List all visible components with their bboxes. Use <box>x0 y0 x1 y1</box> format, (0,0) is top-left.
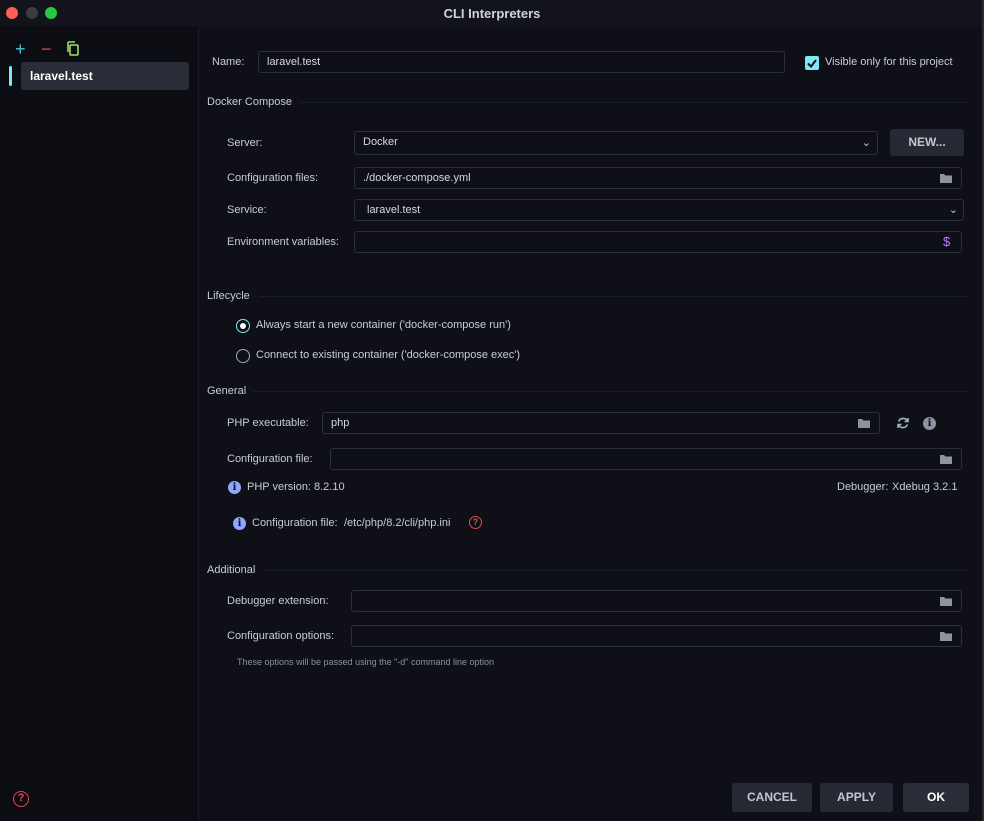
php-executable-value: php <box>331 417 350 429</box>
debugger-label: Debugger: <box>837 481 889 493</box>
server-label: Server: <box>227 137 263 149</box>
chevron-down-icon: ⌄ <box>948 204 958 216</box>
config-files-input[interactable]: ./docker-compose.yml <box>354 167 962 189</box>
name-label: Name: <box>212 56 245 68</box>
additional-section-title: Additional <box>207 564 256 576</box>
php-executable-input[interactable]: php <box>322 412 880 434</box>
server-select[interactable]: Docker ⌄ <box>354 131 878 155</box>
config-file-info-value: /etc/php/8.2/cli/php.ini <box>344 517 451 529</box>
section-divider <box>260 296 970 297</box>
new-server-button[interactable]: NEW... <box>890 129 964 156</box>
server-value: Docker <box>363 136 398 148</box>
folder-icon[interactable] <box>939 453 954 468</box>
chevron-down-icon: ⌄ <box>861 137 871 149</box>
refresh-icon[interactable] <box>896 416 910 433</box>
ok-button[interactable]: OK <box>903 783 969 812</box>
config-file-info-label: Configuration file: <box>252 517 338 529</box>
selection-marker <box>9 66 12 86</box>
service-select[interactable]: laravel.test ⌄ <box>354 199 964 221</box>
general-section-title: General <box>207 385 247 397</box>
window-title: CLI Interpreters <box>443 6 541 21</box>
config-options-label: Configuration options: <box>227 630 335 642</box>
config-file-input[interactable] <box>330 448 962 470</box>
section-divider <box>262 570 970 571</box>
copy-icon[interactable] <box>66 41 80 56</box>
apply-button[interactable]: APPLY <box>820 783 893 812</box>
sidebar-item-laravel-test[interactable]: laravel.test <box>21 62 189 90</box>
add-icon[interactable]: + <box>15 40 26 58</box>
config-files-value: ./docker-compose.yml <box>363 172 471 184</box>
config-options-input[interactable] <box>351 625 962 647</box>
section-divider <box>253 391 970 392</box>
connect-existing-radio[interactable] <box>236 349 250 363</box>
info-icon: i <box>233 517 246 530</box>
folder-icon[interactable] <box>939 172 954 187</box>
section-divider <box>300 102 970 103</box>
service-label: Service: <box>227 204 267 216</box>
cancel-button[interactable]: CANCEL <box>732 783 812 812</box>
debugger-value: Xdebug 3.2.1 <box>892 481 958 493</box>
help-icon[interactable]: ? <box>13 791 29 807</box>
visible-only-checkbox[interactable] <box>805 56 819 70</box>
php-version-label: PHP version: <box>247 481 311 493</box>
docker-compose-section-title: Docker Compose <box>207 96 292 108</box>
always-start-label: Always start a new container ('docker-co… <box>256 319 511 331</box>
env-vars-label: Environment variables: <box>227 236 339 248</box>
info-icon[interactable]: i <box>923 417 936 430</box>
service-value: laravel.test <box>367 204 421 216</box>
folder-icon[interactable] <box>857 417 872 432</box>
lifecycle-section-title: Lifecycle <box>207 290 250 302</box>
remove-icon[interactable]: − <box>41 40 52 58</box>
dollar-icon[interactable]: $ <box>943 234 950 249</box>
php-version-value: 8.2.10 <box>314 481 345 493</box>
env-vars-input[interactable] <box>354 231 962 253</box>
php-executable-label: PHP executable: <box>227 417 309 429</box>
check-icon <box>807 59 817 69</box>
folder-icon[interactable] <box>939 595 954 610</box>
info-icon: i <box>228 481 241 494</box>
sidebar <box>0 26 199 821</box>
connect-existing-label: Connect to existing container ('docker-c… <box>256 349 521 361</box>
config-file-label: Configuration file: <box>227 453 313 465</box>
config-options-hint: These options will be passed using the "… <box>237 657 495 667</box>
name-input[interactable] <box>258 51 785 73</box>
folder-icon[interactable] <box>939 630 954 645</box>
always-start-radio[interactable] <box>236 319 250 333</box>
config-files-label: Configuration files: <box>227 172 319 184</box>
debugger-extension-label: Debugger extension: <box>227 595 329 607</box>
debugger-extension-input[interactable] <box>351 590 962 612</box>
help-icon[interactable]: ? <box>469 516 482 529</box>
visible-only-label: Visible only for this project <box>825 56 953 68</box>
sidebar-item-label: laravel.test <box>30 69 93 83</box>
